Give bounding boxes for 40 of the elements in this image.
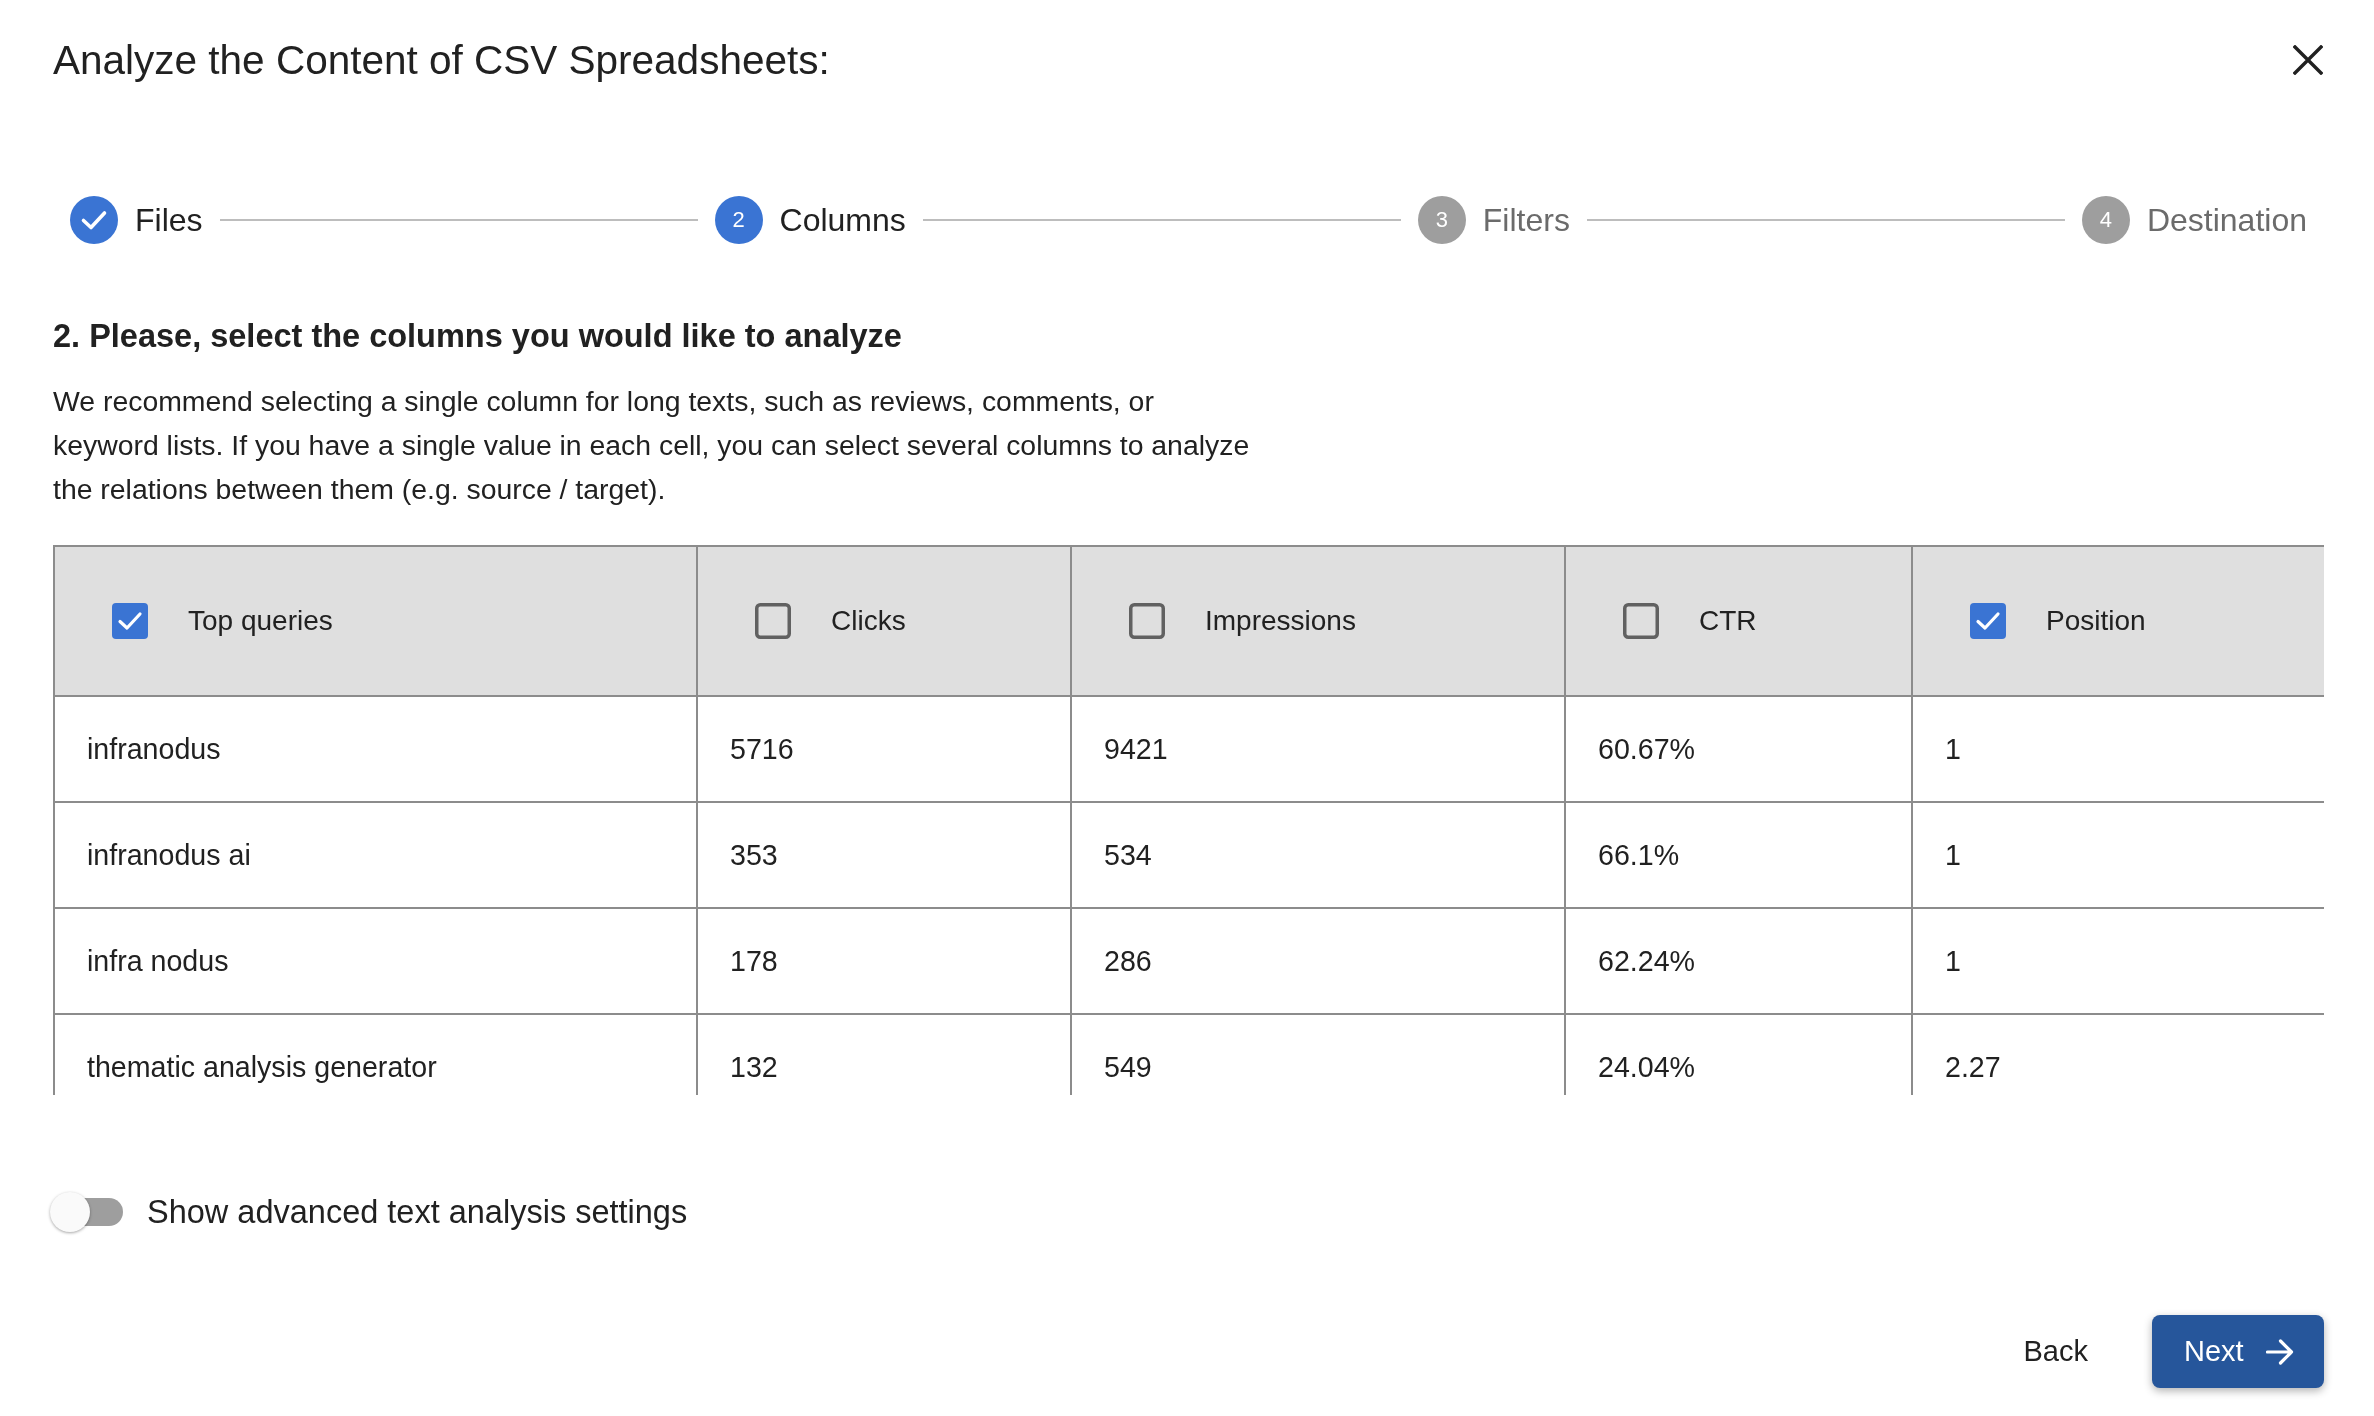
table-cell: infranodus ai <box>54 802 697 908</box>
section-heading: 2. Please, select the columns you would like to analyze <box>53 317 902 356</box>
table-cell: infra nodus <box>54 908 697 1014</box>
table-cell: thematic analysis generator <box>54 1014 697 1095</box>
table-cell: 66.1% <box>1565 802 1912 908</box>
table-cell: 286 <box>1071 908 1565 1014</box>
step-number: 4 <box>2081 196 2130 244</box>
step-label: Destination <box>2146 201 2307 240</box>
back-button[interactable]: Back <box>2003 1317 2108 1386</box>
column-label: Clicks <box>831 605 906 637</box>
step-label: Files <box>135 201 203 240</box>
toggle-switch[interactable] <box>49 1191 125 1233</box>
toggle-label: Show advanced text analysis settings <box>147 1193 688 1231</box>
close-icon <box>2293 45 2323 75</box>
close-button[interactable] <box>2293 45 2323 75</box>
table-cell: 178 <box>697 908 1071 1014</box>
checkbox[interactable] <box>1970 603 2006 639</box>
table-cell: 62.24% <box>1565 908 1912 1014</box>
step-label: Filters <box>1482 201 1570 240</box>
column-label: Position <box>2046 605 2146 637</box>
checkbox[interactable] <box>112 603 148 639</box>
column-label: CTR <box>1699 605 1757 637</box>
table-cell: infranodus <box>54 696 697 802</box>
table-cell: 9421 <box>1071 696 1565 802</box>
section-description: We recommend selecting a single column for long texts, such as reviews, comments, or keyword lists. If you have a single value in each cell, you can select several columns to analyze the relations between them (e.g. source / target). <box>53 384 1251 507</box>
checkbox[interactable] <box>1129 603 1165 639</box>
dialog-title: Analyze the Content of CSV Spreadsheets: <box>53 36 830 84</box>
table-cell: 5716 <box>697 696 1071 802</box>
step-label: Columns <box>779 201 906 240</box>
step-number: 2 <box>714 196 763 244</box>
table-cell: 60.67% <box>1565 696 1912 802</box>
table-cell: 534 <box>1071 802 1565 908</box>
column-label: Impressions <box>1205 605 1356 637</box>
table-cell: 353 <box>697 802 1071 908</box>
arrow-right-icon <box>2265 1338 2294 1365</box>
next-button[interactable]: Next <box>2152 1315 2324 1388</box>
checkbox[interactable] <box>1623 603 1659 639</box>
column-label: Top queries <box>188 605 333 637</box>
step-number: 3 <box>1417 196 1466 244</box>
checkbox[interactable] <box>755 603 791 639</box>
